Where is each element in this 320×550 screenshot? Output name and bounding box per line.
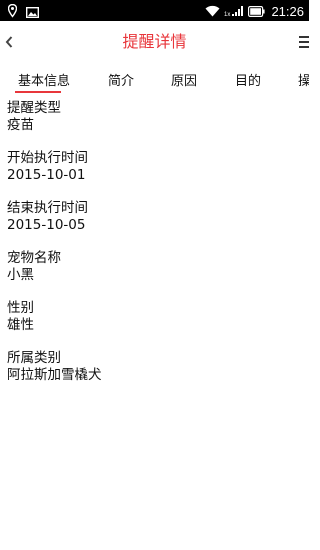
image-icon	[25, 3, 40, 22]
status-bar: 1x 21:26	[0, 0, 309, 21]
active-tab-indicator	[15, 91, 61, 93]
field-label: 性别	[7, 300, 34, 316]
status-bar-left	[7, 3, 40, 22]
page-title: 提醒详情	[122, 32, 187, 51]
tab-basic-info[interactable]: 基本信息	[18, 73, 70, 90]
detail-field-breed: 所属类别 阿拉斯加雪橇犬	[7, 350, 302, 384]
detail-field-reminder-type: 提醒类型 疫苗	[7, 100, 302, 134]
wifi-icon	[205, 2, 220, 21]
field-value: 2015-10-01	[7, 167, 86, 183]
app-screen: 1x 21:26 提醒详情 基本信息 简介 原因 目的 操 提醒类型 疫苗 开始…	[0, 0, 309, 550]
field-label: 开始执行时间	[7, 150, 88, 166]
tab-operation[interactable]: 操	[298, 73, 309, 90]
network-type-label: 1x	[224, 12, 230, 17]
detail-list: 提醒类型 疫苗 开始执行时间 2015-10-01 结束执行时间 2015-10…	[7, 100, 302, 400]
detail-field-gender: 性别 雄性	[7, 300, 302, 334]
field-value: 阿拉斯加雪橇犬	[7, 367, 102, 383]
detail-field-end-time: 结束执行时间 2015-10-05	[7, 200, 302, 234]
field-label: 提醒类型	[7, 100, 61, 116]
battery-icon	[248, 2, 266, 21]
menu-icon	[299, 36, 309, 38]
detail-field-pet-name: 宠物名称 小黑	[7, 250, 302, 284]
detail-field-start-time: 开始执行时间 2015-10-01	[7, 150, 302, 184]
field-value: 雄性	[7, 317, 34, 333]
status-time: 21:26	[271, 4, 304, 19]
field-label: 宠物名称	[7, 250, 61, 266]
tab-bar: 基本信息 简介 原因 目的 操	[0, 64, 309, 100]
signal-icon: 1x	[224, 2, 244, 21]
tab-reason[interactable]: 原因	[171, 73, 197, 90]
field-label: 所属类别	[7, 350, 61, 366]
field-label: 结束执行时间	[7, 200, 88, 216]
status-bar-right: 1x 21:26	[205, 2, 304, 21]
tab-introduction[interactable]: 简介	[108, 73, 134, 90]
field-value: 小黑	[7, 267, 34, 283]
header-bar: 提醒详情	[0, 21, 309, 64]
location-pin-icon	[7, 3, 18, 22]
tab-purpose[interactable]: 目的	[235, 73, 261, 90]
menu-button[interactable]	[297, 34, 309, 50]
field-value: 2015-10-05	[7, 217, 86, 233]
field-value: 疫苗	[7, 117, 34, 133]
